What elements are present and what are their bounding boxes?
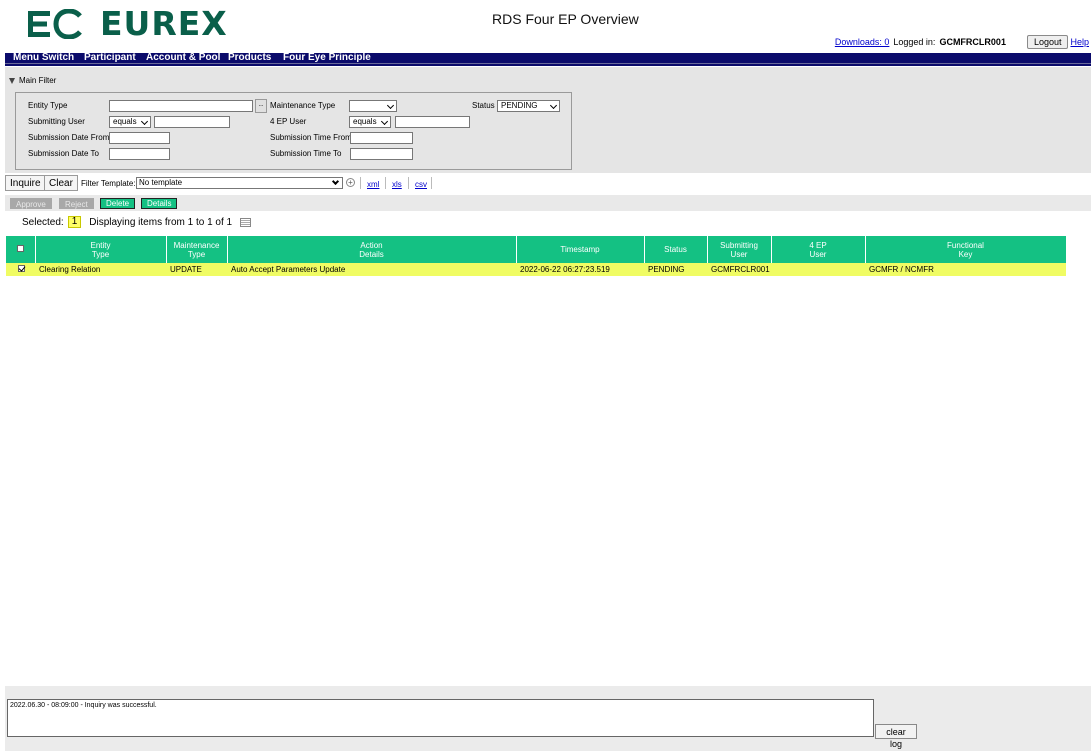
status-select[interactable]: PENDING: [497, 100, 560, 112]
add-template-icon[interactable]: +: [346, 178, 355, 187]
entity-type-lookup-button[interactable]: ..: [255, 99, 267, 113]
logout-button[interactable]: Logout: [1026, 35, 1069, 49]
select-all-header[interactable]: [6, 236, 36, 263]
toolbar-separator: [360, 177, 361, 189]
submission-time-from-input[interactable]: [350, 132, 413, 144]
chevron-down-icon: [386, 101, 395, 110]
details-button[interactable]: Details: [141, 198, 178, 209]
submission-time-to-input[interactable]: [350, 148, 413, 160]
table-header-row: Entity Type Maintenance Type Action Details…: [6, 236, 1067, 263]
cell-status: PENDING: [644, 263, 707, 276]
export-csv-link[interactable]: csv: [415, 180, 427, 189]
column-header-entity-type[interactable]: Entity Type: [35, 236, 167, 263]
four-ep-user-operator-value: equals: [353, 117, 377, 126]
submission-time-to-label: Submission Time To: [270, 149, 342, 158]
help-link[interactable]: Help: [1070, 37, 1089, 47]
cell-submitting-user: GCMFRCLR001: [707, 263, 771, 276]
logo-wordmark: EUREX: [100, 4, 228, 43]
clear-button[interactable]: Clear: [44, 175, 78, 191]
cell-maintenance-type: UPDATE: [166, 263, 227, 276]
collapse-triangle-icon: [9, 77, 15, 84]
four-ep-user-operator-select[interactable]: equals: [349, 116, 391, 128]
select-all-checkbox[interactable]: [16, 245, 24, 252]
main-menu-bar: Menu Switch Participant Account & Pool P…: [5, 52, 1091, 63]
submission-time-from-label: Submission Time From: [270, 133, 352, 142]
entity-type-label: Entity Type: [28, 101, 68, 110]
approve-button[interactable]: Approve: [10, 198, 52, 209]
column-chooser-icon[interactable]: [240, 217, 252, 227]
selected-count-badge: 1: [67, 216, 82, 228]
cell-timestamp: 2022-06-22 06:27:23.519: [516, 263, 644, 276]
submission-date-from-input[interactable]: [109, 132, 170, 144]
clear-log-button[interactable]: clear log: [875, 724, 917, 749]
column-header-timestamp[interactable]: Timestamp: [516, 236, 645, 263]
column-header-functional-key[interactable]: Functional Key: [865, 236, 1067, 263]
log-message: 2022.06.30 - 08:09:00 - Inquiry was succ…: [10, 702, 157, 709]
displaying-items-text: Displaying items from 1 to 1 of 1: [89, 216, 233, 228]
chevron-down-icon: [140, 117, 149, 126]
entity-type-input[interactable]: [109, 100, 253, 112]
submitting-user-input[interactable]: [154, 116, 230, 128]
toolbar-separator: [408, 177, 409, 189]
toolbar-separator: [385, 177, 386, 189]
eurex-logo: EUREX: [28, 6, 228, 42]
ec-logo-mark-icon: [28, 9, 82, 39]
table-row[interactable]: Clearing Relation UPDATE Auto Accept Par…: [6, 263, 1066, 276]
results-table: Entity Type Maintenance Type Action Details…: [6, 236, 1067, 276]
submitting-user-operator-select[interactable]: equals: [109, 116, 151, 128]
filter-template-value: No template: [139, 178, 183, 187]
toolbar-separator: [431, 177, 432, 189]
chevron-down-icon: [380, 117, 389, 126]
row-checkbox[interactable]: [18, 265, 25, 272]
status-label: Status: [472, 101, 495, 110]
main-filter-label: Main Filter: [19, 76, 57, 85]
cell-four-ep-user: [771, 263, 865, 276]
column-header-four-ep-user[interactable]: 4 EP User: [771, 236, 866, 263]
submission-date-to-label: Submission Date To: [28, 149, 99, 158]
submission-date-to-input[interactable]: [109, 148, 170, 160]
four-ep-user-label: 4 EP User: [270, 117, 307, 126]
submitting-user-operator-value: equals: [113, 117, 137, 126]
log-output: 2022.06.30 - 08:09:00 - Inquiry was succ…: [7, 699, 874, 737]
downloads-link[interactable]: Downloads: 0: [835, 37, 890, 47]
selection-info: Selected: 1 Displaying items from 1 to 1…: [22, 216, 252, 228]
filter-form: Entity Type .. Maintenance Type Status P…: [15, 92, 572, 170]
four-ep-user-input[interactable]: [395, 116, 470, 128]
submission-date-from-label: Submission Date From: [28, 133, 110, 142]
cell-entity-type: Clearing Relation: [35, 263, 166, 276]
row-select-cell[interactable]: [6, 263, 35, 276]
inquire-button[interactable]: Inquire: [5, 175, 46, 191]
maintenance-type-select[interactable]: [349, 100, 397, 112]
page-title: RDS Four EP Overview: [492, 11, 639, 27]
cell-action-details: Auto Accept Parameters Update: [227, 263, 516, 276]
export-xls-link[interactable]: xls: [392, 180, 402, 189]
main-filter-toggle[interactable]: Main Filter: [9, 76, 56, 85]
export-xml-link[interactable]: xml: [367, 180, 379, 189]
column-header-status[interactable]: Status: [644, 236, 708, 263]
reject-button[interactable]: Reject: [59, 198, 94, 209]
logged-in-username: GCMFRCLR001: [939, 37, 1006, 47]
filter-panel: Main Filter Entity Type .. Maintenance T…: [5, 67, 1091, 173]
column-header-action-details[interactable]: Action Details: [227, 236, 517, 263]
filter-template-select[interactable]: No template: [136, 177, 343, 189]
column-header-maintenance-type[interactable]: Maintenance Type: [166, 236, 228, 263]
cell-functional-key: GCMFR / NCMFR: [865, 263, 1066, 276]
menu-divider: [5, 63, 1091, 66]
chevron-down-icon: [331, 177, 340, 186]
filter-template-label: Filter Template:: [81, 179, 136, 188]
logged-in-label: Logged in:: [893, 37, 936, 47]
user-bar: Downloads: 0 Logged in: GCMFRCLR001 Logo…: [835, 35, 1089, 49]
selected-label: Selected:: [22, 216, 64, 228]
submitting-user-label: Submitting User: [28, 117, 85, 126]
status-value: PENDING: [501, 101, 538, 110]
maintenance-type-label: Maintenance Type: [270, 101, 336, 110]
chevron-down-icon: [549, 101, 558, 110]
column-header-submitting-user[interactable]: Submitting User: [707, 236, 772, 263]
delete-button[interactable]: Delete: [100, 198, 136, 209]
